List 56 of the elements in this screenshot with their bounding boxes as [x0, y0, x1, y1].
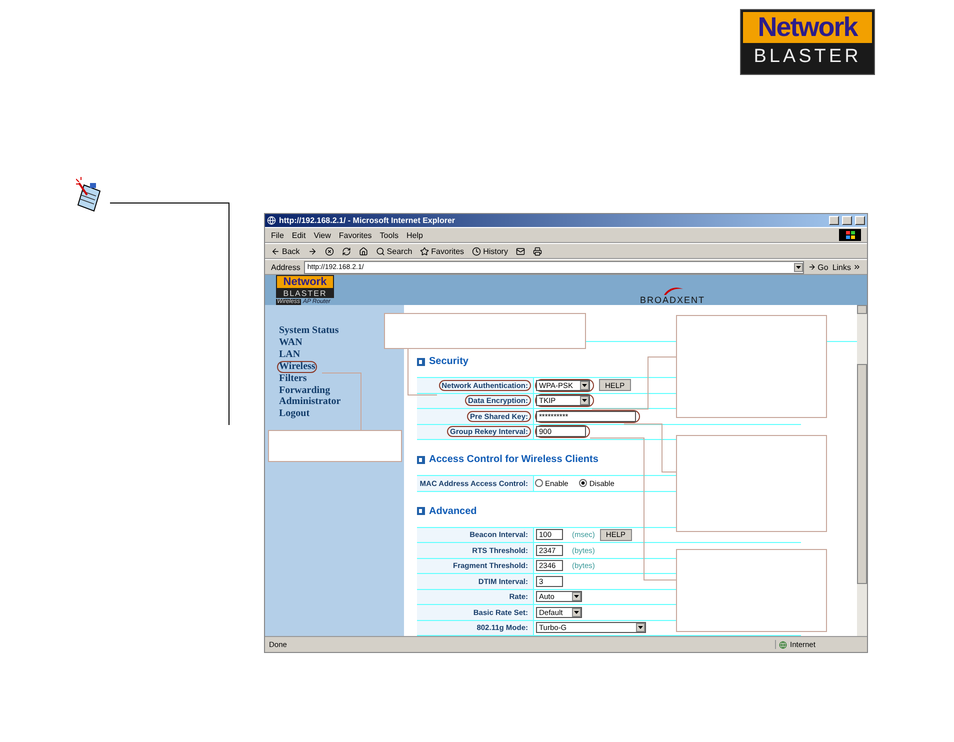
search-icon: [376, 246, 385, 256]
forward-arrow-icon[interactable]: [308, 246, 317, 256]
go-button[interactable]: Go: [808, 262, 828, 272]
toolbar-button[interactable]: Favorites: [420, 246, 464, 256]
swoosh-icon: [662, 286, 684, 294]
menu-item[interactable]: Favorites: [338, 230, 372, 240]
toolbar-button[interactable]: Back: [271, 246, 300, 256]
dropdown-arrow-icon[interactable]: [580, 396, 589, 406]
section-title: Security: [429, 356, 468, 367]
menu-item[interactable]: View: [314, 230, 331, 240]
clock-icon: [472, 246, 482, 256]
nav-link[interactable]: System Status: [277, 325, 341, 337]
section-icon: [417, 456, 425, 464]
home-icon[interactable]: [358, 246, 368, 256]
windows-logo-icon: [839, 229, 861, 241]
minimize-button[interactable]: [829, 216, 839, 225]
arrow-icon: [808, 263, 816, 271]
dropdown-arrow-icon[interactable]: [636, 623, 645, 632]
scrollbar[interactable]: [857, 305, 867, 636]
chevrons-icon: [853, 263, 861, 271]
window-title: http://192.168.2.1/ - Microsoft Internet Explorer: [279, 216, 456, 225]
toolbar-button[interactable]: Search: [376, 246, 412, 256]
printer-icon[interactable]: [532, 246, 542, 256]
section-title: Access Control for Wireless Clients: [429, 454, 598, 465]
menu-item[interactable]: Edit: [292, 230, 306, 240]
menu-item[interactable]: Help: [406, 230, 423, 240]
links-button[interactable]: Links: [832, 262, 861, 272]
toolbar-button[interactable]: History: [472, 246, 508, 256]
dropdown-arrow-icon[interactable]: [572, 592, 581, 602]
dropdown-arrow-icon[interactable]: [580, 380, 589, 390]
brand-wordmark: BROADXENT: [640, 276, 706, 304]
maximize-button[interactable]: [842, 216, 852, 225]
dropdown-arrow-icon[interactable]: [794, 262, 803, 272]
nav-link[interactable]: Wireless: [277, 360, 318, 373]
stop-icon[interactable]: [324, 246, 334, 256]
menu-item[interactable]: Tools: [380, 230, 398, 240]
section-icon: [417, 507, 425, 515]
section-title: Advanced: [429, 506, 477, 516]
star-icon: [420, 246, 430, 256]
nav-link[interactable]: WAN: [277, 336, 304, 349]
browser-icon: [267, 216, 276, 225]
close-button[interactable]: [855, 216, 865, 225]
dropdown-arrow-icon[interactable]: [572, 608, 581, 617]
menu-item[interactable]: File: [271, 230, 284, 240]
back-arrow-icon: [271, 246, 280, 256]
nav-link[interactable]: Administrator: [277, 396, 343, 408]
nav-link[interactable]: LAN: [277, 348, 302, 361]
brand-logo: Network BLASTER: [740, 9, 875, 75]
nav-link[interactable]: Forwarding: [277, 384, 332, 396]
nav-link[interactable]: Filters: [277, 372, 309, 385]
address-label: Address: [271, 262, 300, 272]
section-icon: [417, 358, 425, 366]
mail-icon[interactable]: [516, 246, 525, 256]
globe-icon: [779, 640, 787, 648]
nav-link[interactable]: Logout: [277, 408, 312, 420]
refresh-icon[interactable]: [342, 246, 351, 256]
